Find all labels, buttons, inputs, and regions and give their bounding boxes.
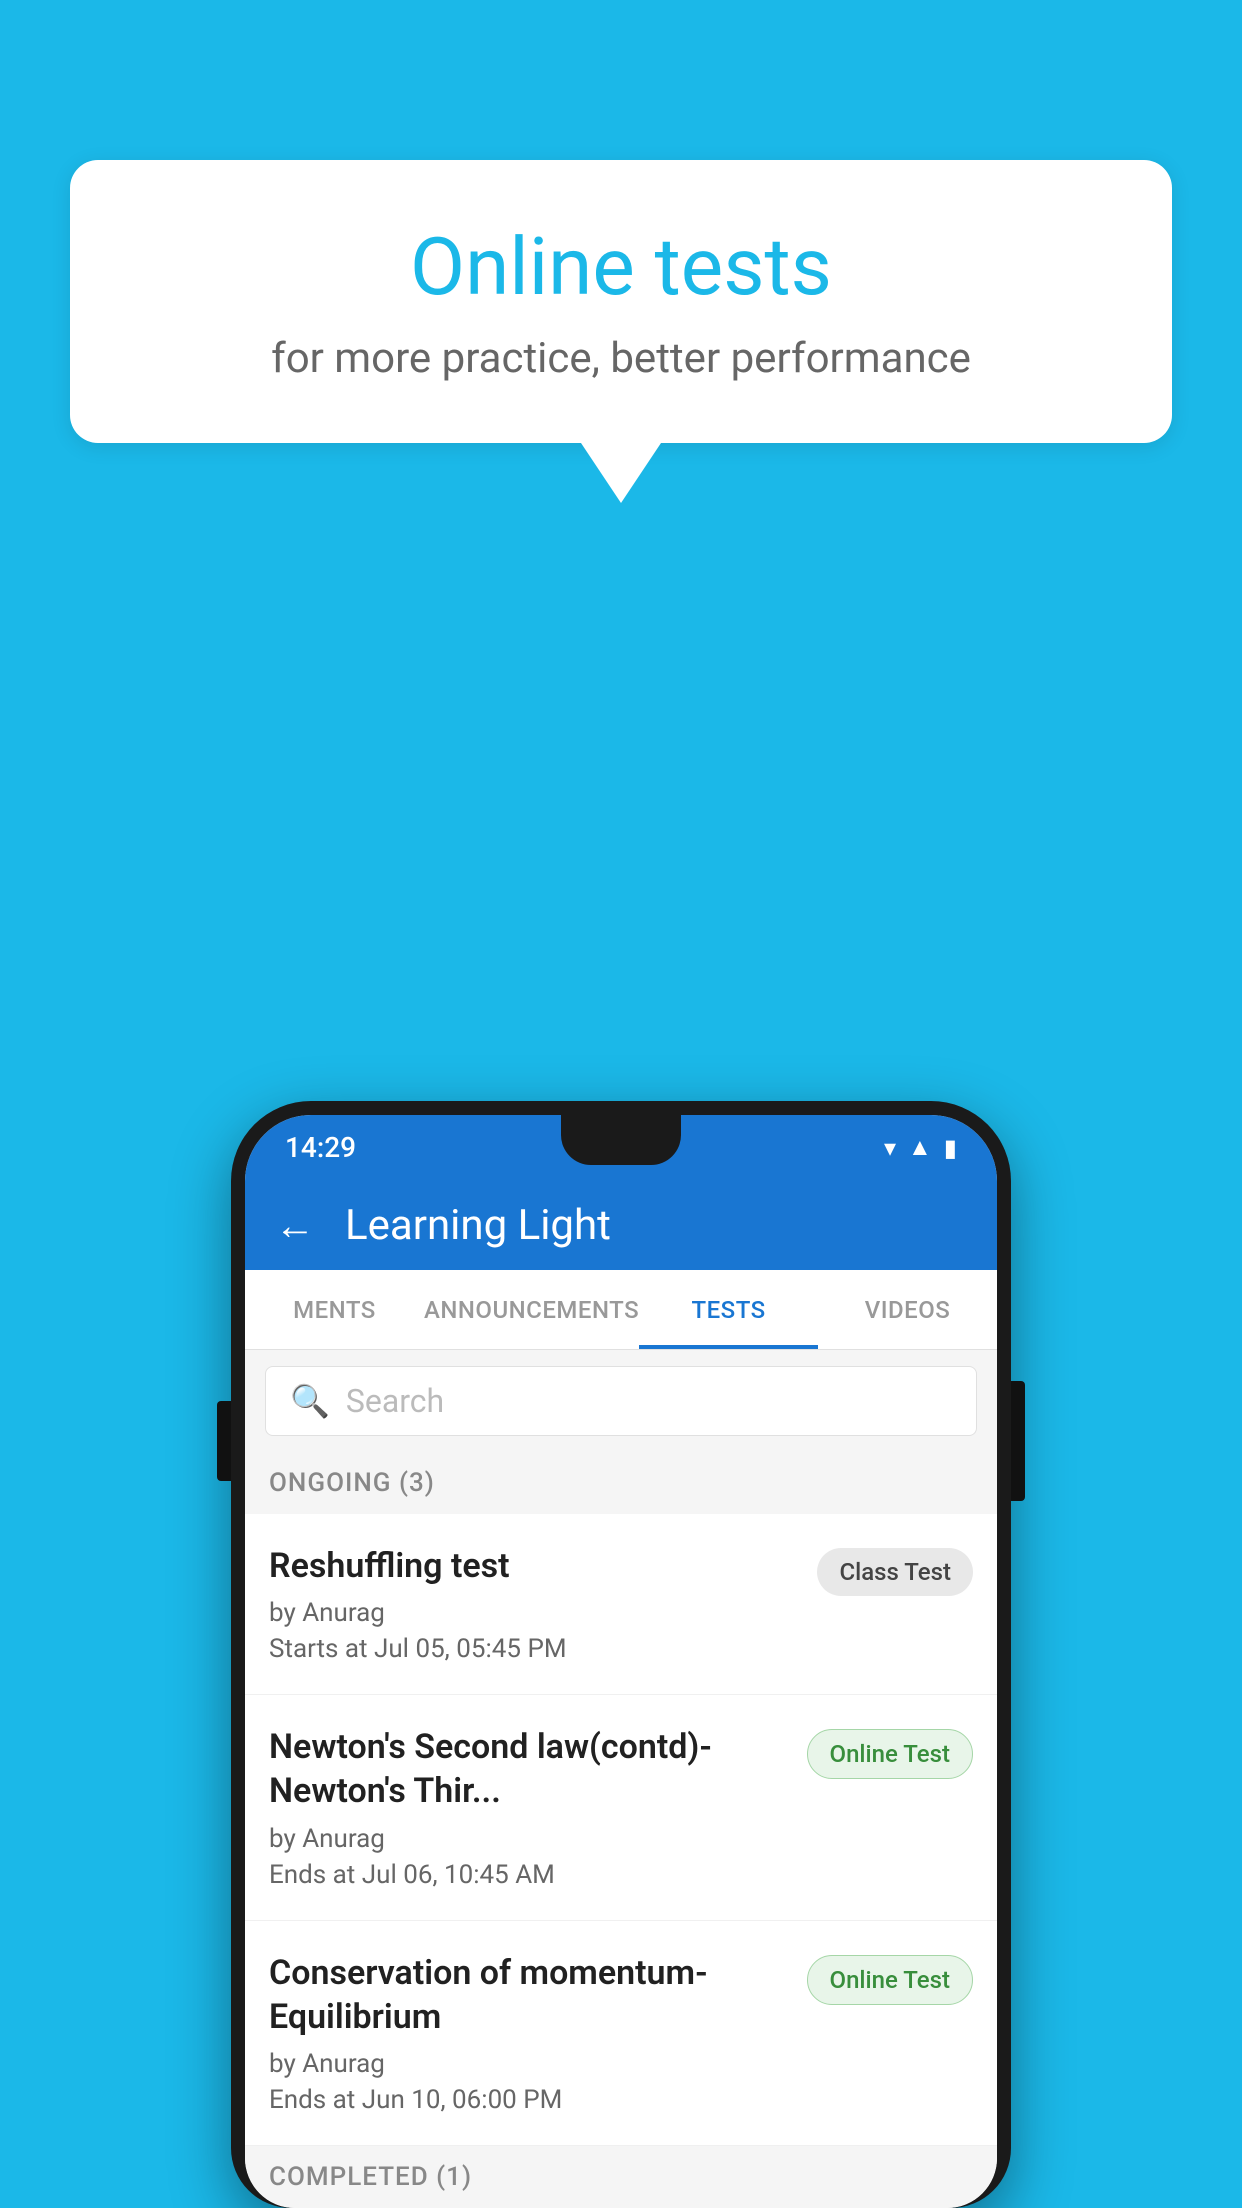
completed-section-header: COMPLETED (1) (245, 2146, 997, 2208)
notch (561, 1115, 681, 1165)
test-author-2: by Anurag (269, 1824, 787, 1854)
search-placeholder-text: Search (346, 1382, 444, 1420)
test-badge-1: Class Test (817, 1548, 973, 1596)
tab-tests[interactable]: TESTS (639, 1270, 818, 1349)
speech-bubble-section: Online tests for more practice, better p… (70, 160, 1172, 503)
tab-ments[interactable]: MENTS (245, 1270, 424, 1349)
test-item-1[interactable]: Reshuffling test by Anurag Starts at Jul… (245, 1514, 997, 1695)
signal-icon: ▲ (908, 1133, 932, 1162)
test-name-1: Reshuffling test (269, 1544, 797, 1588)
bubble-subtitle: for more practice, better performance (140, 334, 1102, 383)
completed-label: COMPLETED (1) (269, 2162, 472, 2192)
ongoing-section-header: ONGOING (3) (245, 1452, 997, 1514)
test-name-3: Conservation of momentum-Equilibrium (269, 1951, 787, 2039)
phone-frame: 14:29 ▾ ▲ ▮ ← Learning Light MENTS ANNOU… (231, 1101, 1011, 2208)
phone-screen: 14:29 ▾ ▲ ▮ ← Learning Light MENTS ANNOU… (245, 1115, 997, 2208)
test-time-2: Ends at Jul 06, 10:45 AM (269, 1860, 787, 1890)
test-list: Reshuffling test by Anurag Starts at Jul… (245, 1514, 997, 2146)
test-info-2: Newton's Second law(contd)-Newton's Thir… (269, 1725, 787, 1889)
test-author-1: by Anurag (269, 1598, 797, 1628)
ongoing-label: ONGOING (3) (269, 1468, 435, 1498)
back-button[interactable]: ← (275, 1202, 315, 1249)
battery-icon: ▮ (944, 1134, 957, 1162)
test-time-1: Starts at Jul 05, 05:45 PM (269, 1634, 797, 1664)
search-icon: 🔍 (290, 1382, 330, 1420)
test-info-1: Reshuffling test by Anurag Starts at Jul… (269, 1544, 797, 1664)
test-badge-3: Online Test (807, 1955, 973, 2005)
tab-announcements[interactable]: ANNOUNCEMENTS (424, 1270, 639, 1349)
speech-bubble: Online tests for more practice, better p… (70, 160, 1172, 443)
test-author-3: by Anurag (269, 2049, 787, 2079)
test-time-3: Ends at Jun 10, 06:00 PM (269, 2085, 787, 2115)
status-bar: 14:29 ▾ ▲ ▮ (245, 1115, 997, 1180)
search-bar[interactable]: 🔍 Search (265, 1366, 977, 1436)
wifi-icon: ▾ (884, 1134, 896, 1162)
test-info-3: Conservation of momentum-Equilibrium by … (269, 1951, 787, 2115)
bubble-title: Online tests (140, 220, 1102, 314)
test-badge-2: Online Test (807, 1729, 973, 1779)
status-icons: ▾ ▲ ▮ (884, 1133, 957, 1162)
test-item-3[interactable]: Conservation of momentum-Equilibrium by … (245, 1921, 997, 2146)
test-item-2[interactable]: Newton's Second law(contd)-Newton's Thir… (245, 1695, 997, 1920)
status-time: 14:29 (285, 1131, 356, 1164)
tab-videos[interactable]: VIDEOS (818, 1270, 997, 1349)
tabs-bar: MENTS ANNOUNCEMENTS TESTS VIDEOS (245, 1270, 997, 1350)
app-header-title: Learning Light (345, 1201, 611, 1250)
search-container: 🔍 Search (245, 1350, 997, 1452)
phone-wrapper: 14:29 ▾ ▲ ▮ ← Learning Light MENTS ANNOU… (231, 1101, 1011, 2208)
app-header: ← Learning Light (245, 1180, 997, 1270)
test-name-2: Newton's Second law(contd)-Newton's Thir… (269, 1725, 787, 1813)
bubble-pointer (581, 443, 661, 503)
